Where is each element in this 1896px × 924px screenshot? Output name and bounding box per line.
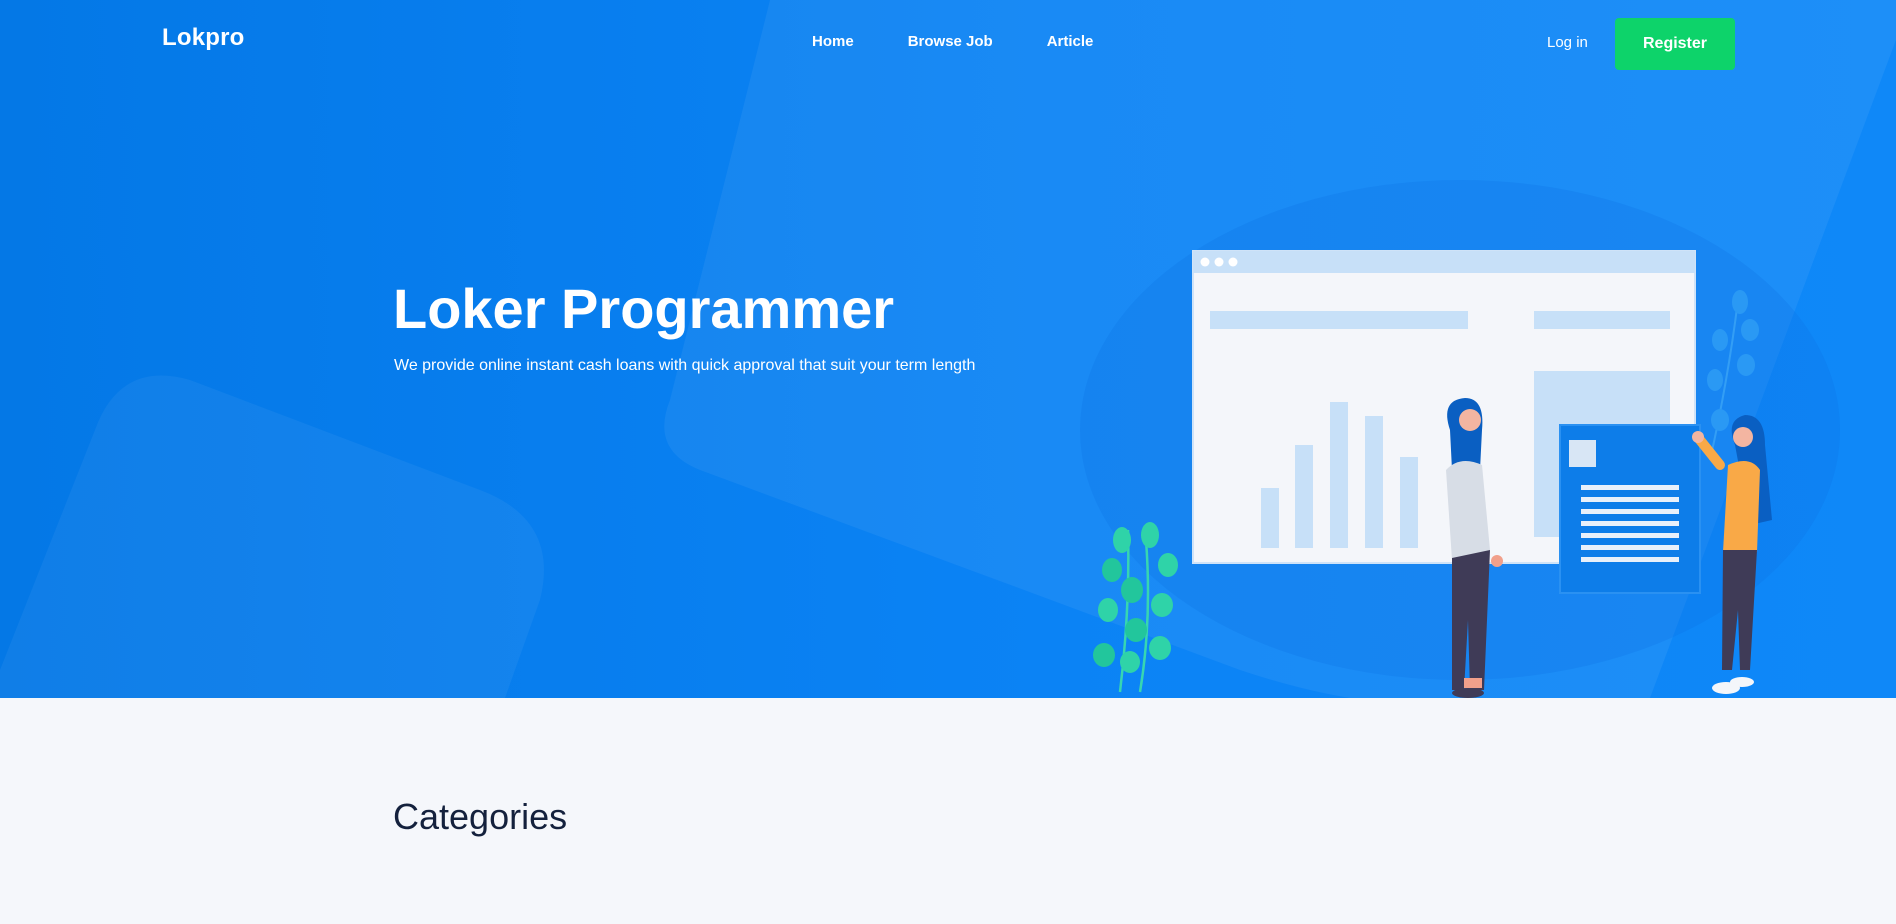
hero-section: Lokpro Home Browse Job Article Log in Re… <box>0 0 1896 698</box>
person-right-illustration <box>1692 415 1772 694</box>
hero-title: Loker Programmer <box>393 277 895 340</box>
document-card-illustration <box>1559 424 1701 594</box>
nav-link-home[interactable]: Home <box>812 33 854 50</box>
brand-logo[interactable]: Lokpro <box>162 24 245 52</box>
register-button[interactable]: Register <box>1615 18 1735 70</box>
categories-heading: Categories <box>393 796 568 837</box>
hero-subtitle: We provide online instant cash loans wit… <box>394 357 976 374</box>
nav-link-browse-job[interactable]: Browse Job <box>908 33 993 50</box>
hero-illustration <box>1093 250 1772 698</box>
nav-links: Home Browse Job Article <box>812 33 1147 50</box>
login-link[interactable]: Log in <box>1547 34 1588 51</box>
plant-left-illustration <box>1093 522 1178 693</box>
nav-link-article[interactable]: Article <box>1047 33 1094 50</box>
top-navbar: Lokpro Home Browse Job Article Log in Re… <box>0 0 1896 90</box>
